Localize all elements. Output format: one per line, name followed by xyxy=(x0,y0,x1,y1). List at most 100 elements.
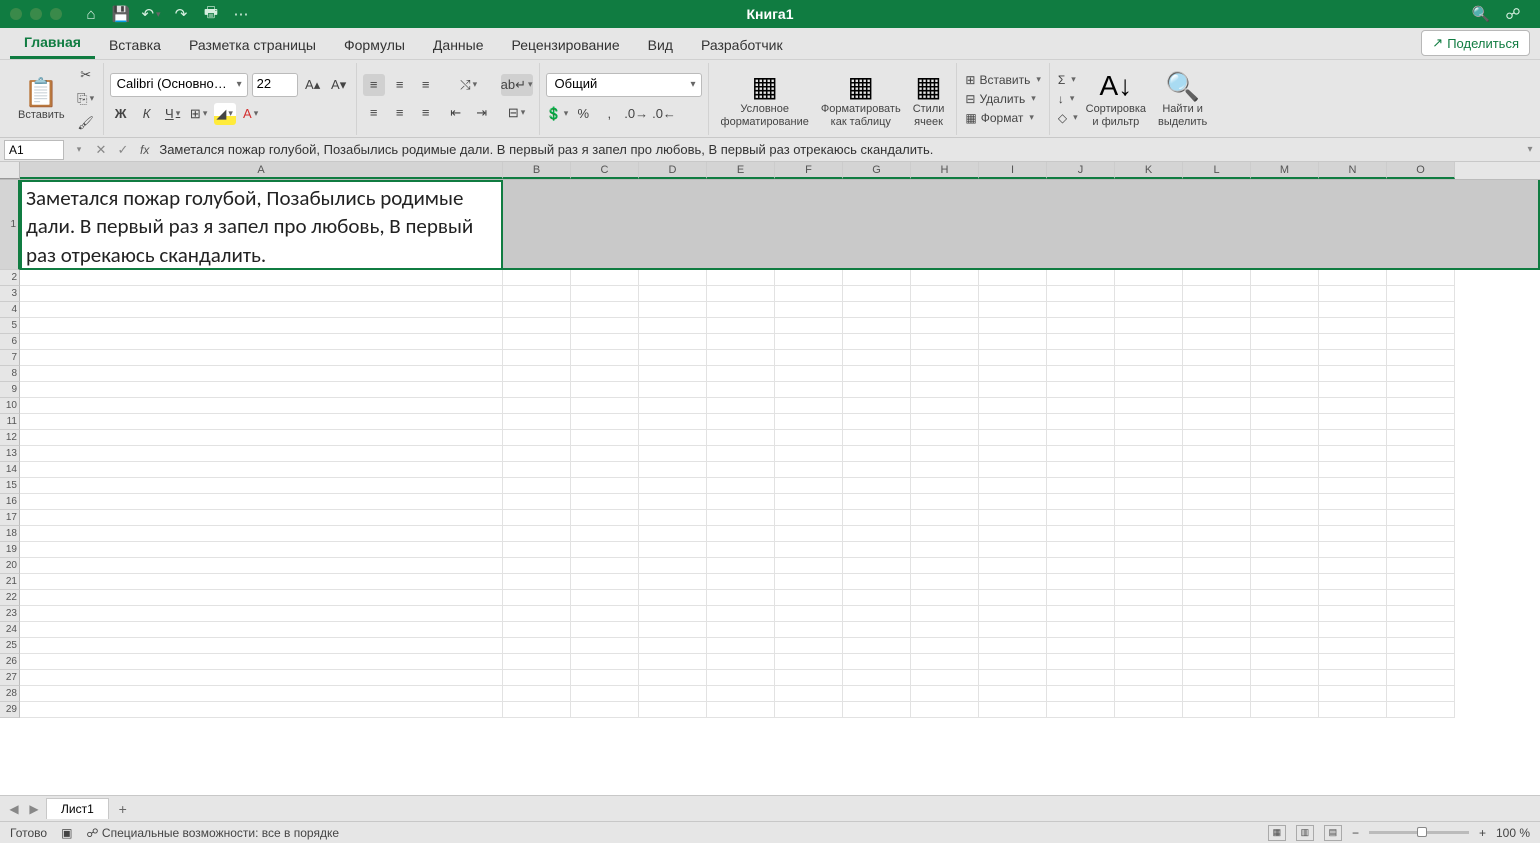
cell[interactable] xyxy=(503,526,571,542)
cell[interactable] xyxy=(571,606,639,622)
cell[interactable] xyxy=(843,446,911,462)
cell[interactable] xyxy=(503,638,571,654)
cell[interactable] xyxy=(1387,510,1455,526)
cell[interactable] xyxy=(1115,654,1183,670)
cell[interactable] xyxy=(639,414,707,430)
cell[interactable] xyxy=(843,622,911,638)
paste-button[interactable]: 📋 Вставить xyxy=(12,63,71,135)
cell[interactable] xyxy=(979,654,1047,670)
cell[interactable] xyxy=(1183,382,1251,398)
align-bottom-icon[interactable]: ≡ xyxy=(415,74,437,96)
tab-review[interactable]: Рецензирование xyxy=(498,31,634,59)
cell[interactable] xyxy=(571,638,639,654)
cell[interactable] xyxy=(20,382,503,398)
cell[interactable] xyxy=(639,270,707,286)
row-header[interactable]: 27 xyxy=(0,670,20,686)
cell[interactable] xyxy=(639,510,707,526)
cell[interactable] xyxy=(1387,478,1455,494)
cell[interactable] xyxy=(1115,526,1183,542)
cell[interactable] xyxy=(20,590,503,606)
cell[interactable] xyxy=(707,270,775,286)
row-header[interactable]: 26 xyxy=(0,654,20,670)
cell[interactable] xyxy=(707,606,775,622)
underline-button[interactable]: Ч▾ xyxy=(162,103,184,125)
cell[interactable] xyxy=(1047,366,1115,382)
cell[interactable] xyxy=(707,558,775,574)
cell[interactable] xyxy=(1251,318,1319,334)
column-header[interactable]: M xyxy=(1251,162,1319,179)
cell[interactable] xyxy=(911,270,979,286)
cell[interactable] xyxy=(979,558,1047,574)
cell[interactable] xyxy=(639,686,707,702)
cell[interactable] xyxy=(843,510,911,526)
cell[interactable] xyxy=(1047,558,1115,574)
cell[interactable] xyxy=(1387,366,1455,382)
cell[interactable] xyxy=(979,382,1047,398)
cell[interactable] xyxy=(639,606,707,622)
cell[interactable] xyxy=(1047,510,1115,526)
cell[interactable] xyxy=(979,350,1047,366)
cell[interactable] xyxy=(639,302,707,318)
increase-font-icon[interactable]: A▴ xyxy=(302,74,324,96)
cell[interactable] xyxy=(1319,414,1387,430)
cell[interactable] xyxy=(1183,606,1251,622)
cell[interactable] xyxy=(1387,654,1455,670)
column-header[interactable]: D xyxy=(639,162,707,179)
cell[interactable] xyxy=(1387,318,1455,334)
tab-formulas[interactable]: Формулы xyxy=(330,31,419,59)
cell[interactable] xyxy=(979,526,1047,542)
column-header[interactable]: A xyxy=(20,162,503,179)
tab-view[interactable]: Вид xyxy=(634,31,687,59)
undo-icon[interactable]: ↶▾ xyxy=(142,5,160,23)
cell[interactable] xyxy=(571,398,639,414)
cell[interactable] xyxy=(911,302,979,318)
fill-button[interactable]: ↓▾ xyxy=(1056,91,1077,107)
cell[interactable] xyxy=(20,654,503,670)
cell[interactable] xyxy=(911,446,979,462)
cell[interactable] xyxy=(775,510,843,526)
cell[interactable] xyxy=(843,462,911,478)
fill-color-button[interactable]: ◢▾ xyxy=(214,103,236,125)
cell[interactable] xyxy=(503,494,571,510)
cell[interactable] xyxy=(1319,574,1387,590)
cell[interactable] xyxy=(1251,638,1319,654)
expand-formula-bar-icon[interactable]: ▾ xyxy=(1520,144,1540,155)
cell[interactable] xyxy=(775,382,843,398)
cell[interactable] xyxy=(707,622,775,638)
cell[interactable] xyxy=(1387,270,1455,286)
cell[interactable] xyxy=(1319,430,1387,446)
cell[interactable] xyxy=(1115,398,1183,414)
cell[interactable] xyxy=(503,318,571,334)
row-header[interactable]: 2 xyxy=(0,270,20,286)
cell[interactable] xyxy=(1115,558,1183,574)
cell[interactable] xyxy=(1251,382,1319,398)
cell[interactable] xyxy=(775,638,843,654)
cell[interactable] xyxy=(707,446,775,462)
sheet-prev-icon[interactable]: ◀ xyxy=(6,802,22,816)
cell[interactable] xyxy=(1251,510,1319,526)
cell[interactable] xyxy=(1115,366,1183,382)
cell[interactable] xyxy=(571,302,639,318)
cell[interactable] xyxy=(1047,446,1115,462)
cell[interactable] xyxy=(979,574,1047,590)
cell[interactable] xyxy=(775,542,843,558)
cell[interactable] xyxy=(1319,542,1387,558)
cell[interactable] xyxy=(911,590,979,606)
cell[interactable] xyxy=(1183,638,1251,654)
cell[interactable] xyxy=(1183,622,1251,638)
cell[interactable] xyxy=(843,478,911,494)
cell[interactable] xyxy=(20,606,503,622)
cell[interactable] xyxy=(1319,494,1387,510)
row-header[interactable]: 13 xyxy=(0,446,20,462)
cell[interactable] xyxy=(979,430,1047,446)
cell[interactable] xyxy=(639,670,707,686)
cell[interactable] xyxy=(1047,350,1115,366)
cell[interactable] xyxy=(1387,622,1455,638)
borders-button[interactable]: ⊞▾ xyxy=(188,103,210,125)
cell[interactable] xyxy=(1115,350,1183,366)
cell[interactable] xyxy=(1047,494,1115,510)
decrease-font-icon[interactable]: A▾ xyxy=(328,74,350,96)
cell[interactable] xyxy=(911,638,979,654)
cell[interactable] xyxy=(503,622,571,638)
cell[interactable] xyxy=(503,270,571,286)
